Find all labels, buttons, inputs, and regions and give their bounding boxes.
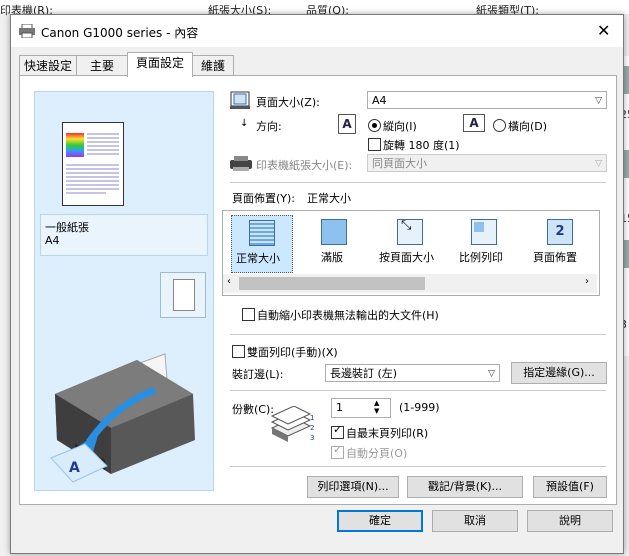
page-setup-panel: 一般紙張 A4 A 頁面大小(Z): A4 ▽ ↓ 方向: A 縱向(I) A … (19, 75, 617, 505)
close-icon[interactable]: ✕ (597, 21, 610, 40)
layout-option-fit-to-page[interactable]: ⤡ 按頁面大小 (375, 215, 443, 271)
divider (230, 182, 606, 183)
title-bar[interactable]: Canon G1000 series - 內容 ✕ (11, 15, 623, 47)
svg-text:A: A (69, 460, 80, 476)
copies-range: (1-999) (399, 401, 440, 414)
printer-illustration: A (50, 353, 195, 483)
landscape-label: 橫向(D) (508, 120, 548, 133)
preview-text-lines (66, 164, 119, 194)
svg-text:2: 2 (310, 424, 314, 432)
chevron-down-icon: ▽ (488, 369, 495, 379)
pages-per-sheet-icon: 2 (547, 219, 573, 245)
svg-text:1: 1 (310, 414, 314, 422)
last-page-first-label: 自最末頁列印(R) (346, 427, 429, 440)
layout-option-page-layout[interactable]: 2 頁面佈置 (529, 215, 591, 271)
defaults-button[interactable]: 預設值(F) (533, 476, 607, 498)
fit-to-page-icon: ⤡ (397, 218, 423, 245)
help-button[interactable]: 說明 (527, 510, 613, 532)
printer-paper-size-select[interactable]: 同頁面大小 ▽ (367, 154, 607, 172)
portrait-icon: A (338, 114, 356, 134)
page-layout-current: 正常大小 (307, 192, 351, 205)
tab-main[interactable]: 主要 (76, 55, 128, 76)
divider (230, 334, 606, 335)
page-preview (62, 122, 124, 206)
normal-size-icon (249, 220, 275, 246)
layout-option-label: 按頁面大小 (379, 251, 434, 264)
landscape-icon: A (463, 114, 485, 132)
copies-stepper[interactable]: 1 ▲ ▼ (331, 398, 391, 418)
page-size-value: A4 (372, 94, 387, 107)
spin-arrows-icon[interactable]: ▲ ▼ (374, 399, 379, 415)
collate-label: 自動分頁(O) (346, 447, 408, 460)
copies-label: 份數(C): (232, 403, 274, 416)
portrait-radio[interactable] (368, 119, 381, 132)
cancel-button[interactable]: 取消 (432, 510, 518, 532)
borderless-icon (321, 219, 347, 245)
layout-option-borderless[interactable]: 滿版 (303, 215, 363, 271)
scrollbar-thumb[interactable] (239, 277, 425, 290)
layout-horizontal-scrollbar[interactable]: ‹ › (223, 274, 597, 293)
printer-paper-size-value: 同頁面大小 (372, 157, 427, 170)
divider (230, 466, 606, 467)
page-layout-label: 頁面佈置(Y): (232, 192, 296, 205)
collate-checkbox[interactable] (331, 446, 344, 459)
small-page-icon (173, 279, 195, 311)
duplex-checkbox[interactable] (232, 345, 245, 358)
layout-option-label: 滿版 (321, 251, 343, 264)
layout-option-label: 正常大小 (236, 252, 280, 265)
printer-icon (19, 24, 35, 38)
background-app-header: 印表機(R): 紙張大小(S): 品質(Q): 紙張類型(T): (0, 0, 629, 17)
layout-option-normal[interactable]: 正常大小 (231, 215, 293, 273)
tab-quick-setup[interactable]: 快速設定 (19, 55, 77, 76)
tab-maintenance[interactable]: 維護 (192, 55, 234, 76)
duplex-label: 雙面列印(手動)(X) (247, 346, 338, 359)
preview-image (66, 133, 84, 157)
page-size-label: 頁面大小(Z): (256, 96, 320, 109)
landscape-radio[interactable] (493, 119, 506, 132)
page-size-icon (230, 91, 250, 109)
last-page-first-checkbox[interactable] (331, 426, 344, 439)
auto-reduce-checkbox[interactable] (242, 308, 255, 321)
window-title: Canon G1000 series - 內容 (41, 26, 199, 40)
orientation-label: 方向: (256, 120, 282, 133)
tab-page-setup[interactable]: 頁面設定 (127, 52, 193, 77)
stamp-background-button[interactable]: 戳記/背景(K)... (407, 476, 523, 498)
page-size-select[interactable]: A4 ▽ (367, 91, 607, 109)
rotate-180-checkbox[interactable] (368, 138, 381, 151)
chevron-down-icon: ▽ (595, 159, 602, 169)
print-options-button[interactable]: 列印選項(N)... (307, 476, 399, 498)
printer-paper-icon (230, 156, 252, 171)
copies-stack-icon: 1 2 3 (270, 406, 314, 442)
down-arrow-icon: ↓ (240, 118, 249, 129)
media-type: 一般紙張 (45, 221, 89, 234)
media-info: 一般紙張 A4 (40, 214, 208, 256)
chevron-down-icon: ▽ (595, 96, 602, 106)
printer-paper-size-label: 印表機紙張大小(E): (256, 159, 353, 172)
layout-option-scaled[interactable]: 比例列印 (455, 215, 515, 271)
portrait-label: 縱向(I) (383, 120, 417, 133)
binding-select[interactable]: 長邊裝訂 (左) ▽ (325, 364, 500, 382)
scroll-left-icon[interactable]: ‹ (227, 276, 231, 287)
ok-button[interactable]: 確定 (337, 510, 423, 532)
layout-option-label: 頁面佈置 (533, 251, 577, 264)
printer-properties-dialog: Canon G1000 series - 內容 ✕ 快速設定 主要 頁面設定 維… (10, 14, 624, 554)
page-layout-list: 正常大小 滿版 ⤡ 按頁面大小 比例列印 2 頁面佈置 ‹ › (222, 210, 600, 296)
binding-value: 長邊裝訂 (左) (330, 367, 398, 380)
rotate-180-label: 旋轉 180 度(1) (383, 139, 460, 152)
preview-pane: 一般紙張 A4 A (34, 91, 214, 491)
specify-margin-button[interactable]: 指定邊緣(G)... (511, 362, 607, 384)
scaled-print-icon (471, 219, 497, 245)
svg-text:3: 3 (310, 434, 314, 442)
divider (230, 390, 606, 391)
binding-label: 裝訂邊(L): (232, 368, 284, 381)
layout-option-label: 比例列印 (459, 251, 503, 264)
media-size: A4 (45, 234, 60, 247)
scroll-right-icon[interactable]: › (585, 276, 589, 287)
paper-orientation-preview (160, 272, 206, 318)
auto-reduce-label: 自動縮小印表機無法輸出的大文件(H) (257, 309, 439, 322)
copies-value: 1 (336, 401, 343, 414)
